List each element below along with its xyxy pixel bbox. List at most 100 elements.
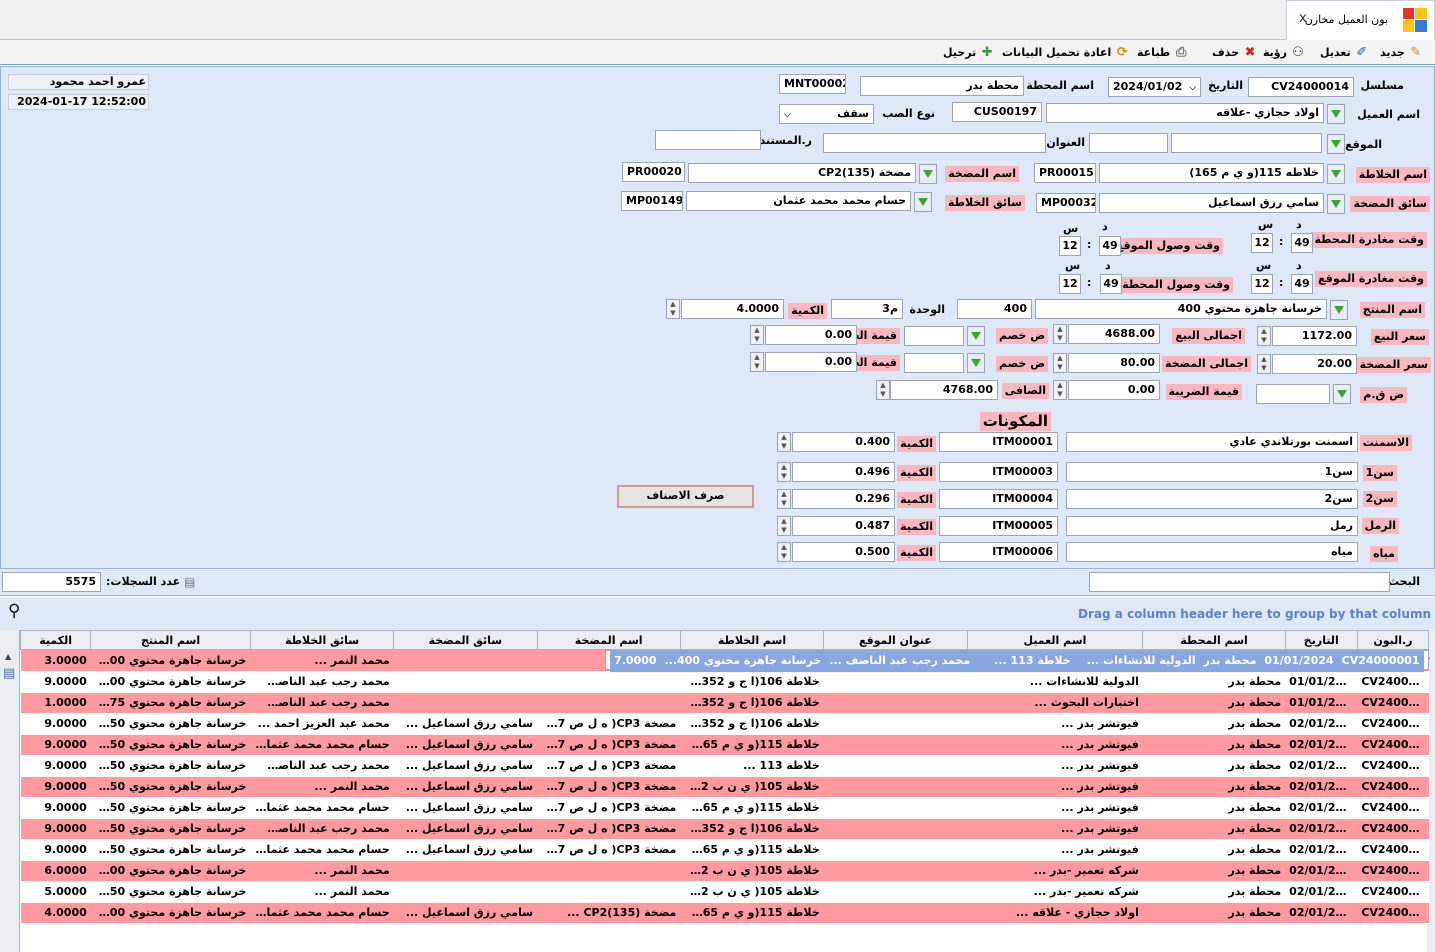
site-arrive-minutes[interactable]: 49 xyxy=(1099,236,1121,256)
table-row[interactable]: CV2400000902/01/2024محطة بدرفيوتشر بدر .… xyxy=(20,797,1429,819)
sale-price-spinner[interactable]: ▲ ▼ xyxy=(1257,326,1271,346)
total-sale-spinner[interactable]: ▲ ▼ xyxy=(1053,324,1067,344)
post-button[interactable]: ترحيل ✚ xyxy=(943,44,995,61)
tax-value-spinner[interactable]: ▲ ▼ xyxy=(1053,380,1067,400)
pump-lookup-icon[interactable] xyxy=(919,164,937,184)
mixer-driver-field[interactable]: حسام محمد محمد عثمان xyxy=(686,191,911,211)
component-code-field[interactable]: ITM00003 xyxy=(939,462,1058,482)
date-picker[interactable]: 2024/01/02 ⌵ xyxy=(1108,77,1201,97)
document-tab[interactable]: بون العميل مخازن x xyxy=(1286,0,1435,40)
station-arrive-hours[interactable]: 12 xyxy=(1059,274,1081,294)
pump-driver-lookup-icon[interactable] xyxy=(1327,194,1345,214)
pump-code-field[interactable]: PR00020 xyxy=(622,162,685,182)
component-name-field[interactable]: سن1 xyxy=(1066,462,1358,482)
view-button[interactable]: رؤية ⚇ xyxy=(1263,44,1306,61)
search-icon[interactable]: ⚲ xyxy=(8,601,20,621)
site-arrive-hours[interactable]: 12 xyxy=(1059,236,1081,256)
new-button[interactable]: جديد ✎ xyxy=(1380,44,1424,61)
table-row[interactable]: CV2400000602/01/2024محطة بدرفيوتشر بدر .… xyxy=(20,734,1429,756)
search-input[interactable] xyxy=(1089,572,1390,592)
product-field[interactable]: خرسانة جاهزة محتوي 400 xyxy=(1035,299,1327,319)
scroll-thumb-icon[interactable]: ▤ xyxy=(3,666,15,681)
component-qty-spinner[interactable]: ▲ ▼ xyxy=(777,516,791,536)
component-qty-spinner[interactable]: ▲ ▼ xyxy=(777,432,791,452)
column-header[interactable]: ر.البون xyxy=(1356,630,1430,650)
issue-items-button[interactable]: صرف الاصناف xyxy=(617,485,754,508)
grid-scrollbar[interactable]: ▲ ▤ xyxy=(0,630,20,952)
doc-number-field[interactable] xyxy=(655,130,761,150)
qty-field[interactable]: 4.0000 xyxy=(681,299,784,319)
mixer-code-field[interactable]: PR00015 xyxy=(1034,163,1096,183)
address-field[interactable] xyxy=(823,133,1046,153)
component-qty-field[interactable]: 0.400 xyxy=(792,432,895,452)
mixer-driver-lookup-icon[interactable] xyxy=(914,192,932,212)
table-row[interactable]: CV2400000301/01/2024محطة بدرالدولية للان… xyxy=(20,671,1429,693)
total-pump-field[interactable]: 80.00 xyxy=(1068,353,1160,373)
discount-value-field[interactable]: 0.00 xyxy=(765,325,857,345)
discount2-lookup-icon[interactable] xyxy=(967,353,985,373)
close-icon[interactable]: x xyxy=(1299,11,1307,26)
net-field[interactable]: 4768.00 xyxy=(890,380,998,400)
component-qty-spinner[interactable]: ▲ ▼ xyxy=(777,542,791,562)
component-code-field[interactable]: ITM00006 xyxy=(939,542,1058,562)
scroll-up-icon[interactable]: ▲ xyxy=(5,652,11,661)
discount-value-spinner[interactable]: ▲ ▼ xyxy=(750,325,764,345)
table-row[interactable]: CV2400000502/01/2024محطة بدرفيوتشر بدر .… xyxy=(20,713,1429,735)
site-code-field[interactable] xyxy=(1089,133,1168,153)
station-depart-hours[interactable]: 12 xyxy=(1251,233,1273,253)
total-pump-spinner[interactable]: ▲ ▼ xyxy=(1053,353,1067,373)
component-code-field[interactable]: ITM00001 xyxy=(939,432,1058,452)
column-header[interactable]: سائق الخلاطة xyxy=(249,630,395,650)
total-sale-field[interactable]: 4688.00 xyxy=(1068,324,1160,344)
component-qty-field[interactable]: 0.496 xyxy=(792,462,895,482)
pump-driver-code-field[interactable]: MP00032 xyxy=(1036,193,1096,213)
mixer-driver-code-field[interactable]: MP00149 xyxy=(621,191,683,211)
component-qty-spinner[interactable]: ▲ ▼ xyxy=(777,489,791,509)
table-row[interactable]: CV2400000702/01/2024محطة بدرفيوتشر بدر .… xyxy=(20,755,1429,777)
delete-button[interactable]: حذف ✖ xyxy=(1212,44,1258,61)
component-name-field[interactable]: سن2 xyxy=(1066,489,1358,509)
product-lookup-icon[interactable] xyxy=(1330,300,1348,320)
column-header[interactable]: التاريخ xyxy=(1284,630,1358,650)
mixer-field[interactable]: خلاطه 115(و ي م 165) xyxy=(1099,163,1324,183)
component-code-field[interactable]: ITM00004 xyxy=(939,489,1058,509)
vat-lookup-icon[interactable] xyxy=(1333,384,1351,404)
discount2-value-field[interactable]: 0.00 xyxy=(765,352,857,372)
vat-field[interactable] xyxy=(1256,384,1330,404)
component-code-field[interactable]: ITM00005 xyxy=(939,516,1058,536)
print-button[interactable]: طباعة ⎙ xyxy=(1137,44,1189,61)
table-row[interactable]: CV2400001202/01/2024محطة بدرشركه تعمير -… xyxy=(20,860,1429,882)
station-arrive-minutes[interactable]: 49 xyxy=(1100,274,1122,294)
column-header[interactable]: اسم المضخة xyxy=(536,630,681,650)
column-header[interactable]: اسم الخلاطة xyxy=(679,630,825,650)
column-header[interactable]: اسم العميل xyxy=(966,630,1144,650)
table-row[interactable]: CV2400001102/01/2024محطة بدرفيوتشر بدر .… xyxy=(20,839,1429,861)
column-header[interactable]: الكمية xyxy=(19,630,92,650)
discount-lookup-icon[interactable] xyxy=(967,326,985,346)
reload-button[interactable]: اعادة تحميل البيانات ⟳ xyxy=(1002,44,1130,61)
edit-button[interactable]: تعديل ✐ xyxy=(1320,44,1370,61)
site-field[interactable] xyxy=(1171,133,1322,153)
discount-field[interactable] xyxy=(904,326,964,346)
component-name-field[interactable]: رمل xyxy=(1066,516,1358,536)
column-header[interactable]: اسم المحطة xyxy=(1142,630,1286,650)
pour-type-select[interactable]: سقف ⌵ xyxy=(779,104,874,124)
component-name-field[interactable]: اسمنت بورتلاندي عادي xyxy=(1066,432,1358,452)
pump-driver-field[interactable]: سامي رزق اسماعيل xyxy=(1099,193,1324,213)
discount2-field[interactable] xyxy=(904,353,964,373)
discount2-value-spinner[interactable]: ▲ ▼ xyxy=(750,352,764,372)
component-name-field[interactable]: مياه xyxy=(1066,542,1358,562)
pump-price-spinner[interactable]: ▲ ▼ xyxy=(1257,354,1271,374)
table-row[interactable]: CV2400000401/01/2024محطة بدراختبارات الب… xyxy=(20,692,1429,714)
pump-field[interactable]: مضخة CP2(135) xyxy=(688,163,916,183)
table-row[interactable]: CV24000001 01/01/2024 محطة بدر الدولية للان… xyxy=(605,650,1429,673)
column-header[interactable]: عنوان الموقع xyxy=(823,630,968,650)
component-qty-field[interactable]: 0.500 xyxy=(792,542,895,562)
table-row[interactable]: CV2400001402/01/2024محطة بدراولاد حجازي … xyxy=(20,902,1429,924)
customer-code-field[interactable]: CUS00197 xyxy=(952,102,1042,122)
table-row[interactable]: CV2400001302/01/2024محطة بدرشركه تعمير -… xyxy=(20,881,1429,903)
station-code-field[interactable]: MNT00002 xyxy=(779,74,846,94)
tax-value-field[interactable]: 0.00 xyxy=(1068,380,1160,400)
pump-price-field[interactable]: 20.00 xyxy=(1272,354,1357,374)
customer-lookup-icon[interactable] xyxy=(1327,104,1345,124)
